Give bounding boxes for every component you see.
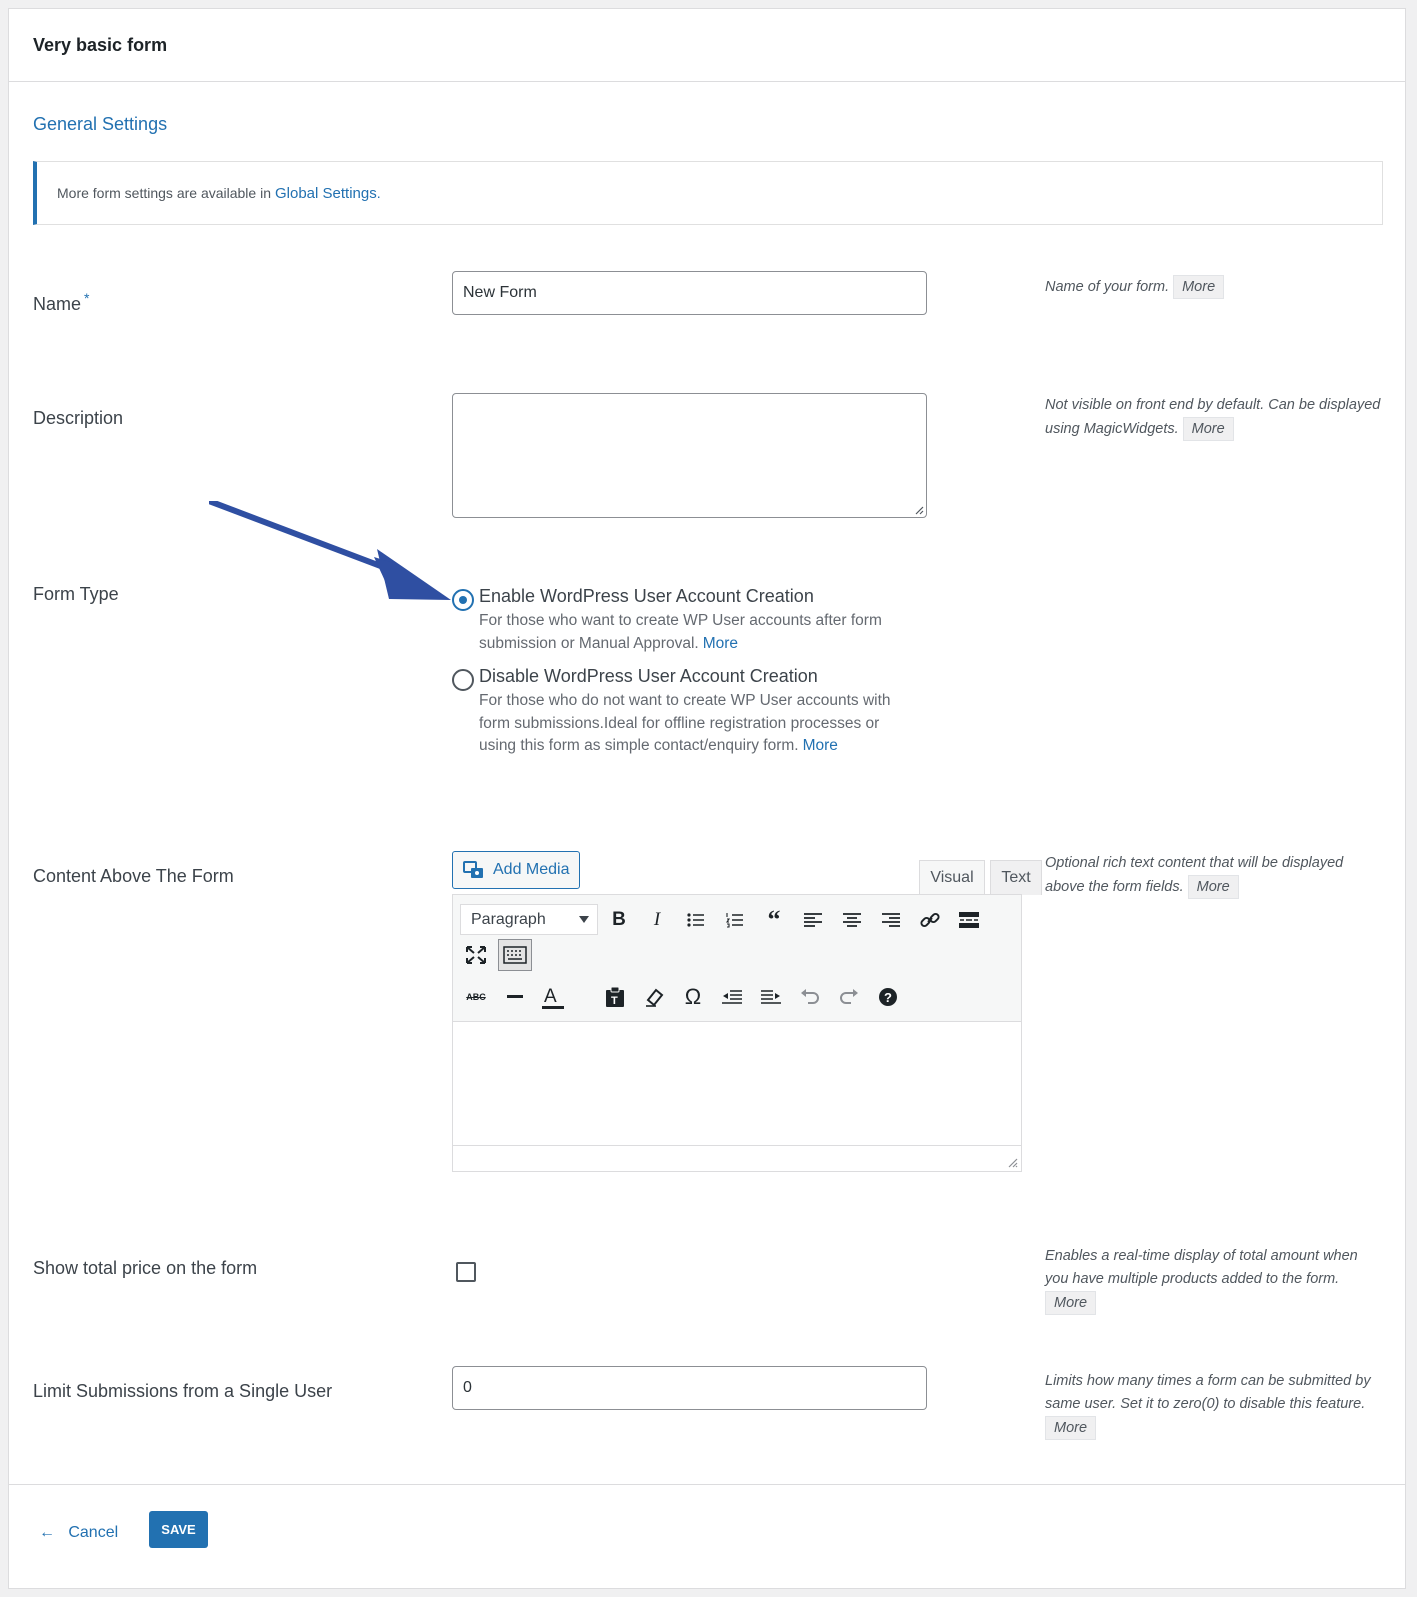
- tab-text[interactable]: Text: [990, 860, 1042, 895]
- strikethrough-icon[interactable]: ABC: [462, 983, 490, 1011]
- link-icon[interactable]: [916, 906, 944, 934]
- global-settings-link[interactable]: Global Settings: [275, 185, 377, 202]
- cancel-button[interactable]: ← Cancel: [39, 1524, 118, 1542]
- add-media-button[interactable]: Add Media: [452, 851, 580, 889]
- name-label-text: Name: [33, 294, 82, 314]
- chevron-down-icon: [579, 916, 589, 923]
- form-panel: Very basic form General Settings More fo…: [8, 8, 1406, 1589]
- format-select[interactable]: Paragraph: [460, 904, 598, 935]
- form-title: Very basic form: [9, 9, 1405, 82]
- align-center-icon[interactable]: [838, 906, 866, 934]
- format-select-value: Paragraph: [471, 910, 546, 928]
- option-more-link[interactable]: More: [703, 635, 738, 652]
- content-above-help: Optional rich text content that will be …: [1045, 852, 1385, 899]
- numbered-list-icon[interactable]: [721, 906, 749, 934]
- option-title: Disable WordPress User Account Creation: [479, 666, 818, 686]
- option-more-link[interactable]: More: [803, 737, 838, 754]
- limit-submissions-help-text: Limits how many times a form can be subm…: [1045, 1373, 1371, 1412]
- name-more-button[interactable]: More: [1173, 275, 1225, 299]
- global-settings-notice: More form settings are available in Glob…: [33, 161, 1383, 225]
- help-icon[interactable]: ?: [874, 983, 902, 1011]
- form-type-label: Form Type: [33, 584, 119, 604]
- show-total-checkbox[interactable]: [456, 1262, 476, 1282]
- name-input[interactable]: New Form: [452, 271, 927, 315]
- italic-icon[interactable]: I: [643, 906, 671, 934]
- special-character-icon[interactable]: Ω: [679, 983, 707, 1011]
- option-title: Enable WordPress User Account Creation: [479, 586, 814, 606]
- bold-icon[interactable]: B: [605, 906, 633, 934]
- back-arrow-icon: ←: [39, 1524, 55, 1541]
- show-total-label: Show total price on the form: [33, 1258, 258, 1278]
- option-description: For those who do not want to create WP U…: [479, 690, 909, 758]
- cancel-label: Cancel: [68, 1524, 119, 1541]
- name-help: Name of your form. More: [1045, 275, 1385, 299]
- notice-text: More form settings are available in: [57, 185, 271, 201]
- add-media-label: Add Media: [493, 861, 570, 878]
- show-total-more-button[interactable]: More: [1045, 1291, 1097, 1315]
- read-more-icon[interactable]: [955, 906, 983, 934]
- description-more-button[interactable]: More: [1182, 417, 1234, 441]
- description-help: Not visible on front end by default. Can…: [1045, 394, 1385, 441]
- form-footer: ← Cancel SAVE: [9, 1484, 1405, 1590]
- svg-text:T: T: [611, 995, 618, 1007]
- editor-statusbar: [453, 1145, 1021, 1171]
- option-description: For those who want to create WP User acc…: [479, 610, 909, 655]
- outdent-icon[interactable]: [718, 983, 746, 1011]
- horizontal-line-icon[interactable]: [501, 983, 529, 1011]
- content-above-label: Content Above The Form: [33, 866, 234, 886]
- toolbar-toggle-icon[interactable]: [498, 939, 532, 971]
- blockquote-icon[interactable]: “: [760, 905, 788, 934]
- svg-text:?: ?: [884, 990, 892, 1005]
- description-label: Description: [33, 408, 124, 428]
- content-above-more-button[interactable]: More: [1187, 875, 1239, 899]
- text-color-icon[interactable]: A: [540, 983, 568, 1011]
- svg-text:A: A: [544, 986, 557, 1007]
- redo-icon[interactable]: [835, 983, 863, 1011]
- indent-icon[interactable]: [757, 983, 785, 1011]
- annotation-arrow-icon: [209, 501, 451, 600]
- clear-formatting-icon[interactable]: [640, 983, 668, 1011]
- show-total-help: Enables a real-time display of total amo…: [1045, 1245, 1385, 1315]
- rich-text-editor[interactable]: Paragraph B I “ ABC A T Ω ?: [452, 894, 1022, 1172]
- tab-visual[interactable]: Visual: [919, 860, 985, 895]
- media-icon: [463, 861, 483, 878]
- save-button[interactable]: SAVE: [149, 1511, 208, 1548]
- resize-grip-icon[interactable]: [914, 505, 924, 515]
- align-left-icon[interactable]: [799, 906, 827, 934]
- undo-icon[interactable]: [796, 983, 824, 1011]
- description-textarea[interactable]: [452, 393, 927, 518]
- bullet-list-icon[interactable]: [682, 906, 710, 934]
- editor-toolbar: Paragraph B I “ ABC A T Ω ?: [453, 895, 1021, 1022]
- radio-disable-user-creation[interactable]: [452, 669, 474, 691]
- name-label: Name *: [33, 290, 89, 315]
- paste-text-icon[interactable]: T: [601, 983, 629, 1011]
- option-description-text: For those who want to create WP User acc…: [479, 612, 882, 652]
- limit-submissions-input[interactable]: 0: [452, 1366, 927, 1410]
- show-total-help-text: Enables a real-time display of total amo…: [1045, 1248, 1358, 1287]
- limit-submissions-help: Limits how many times a form can be subm…: [1045, 1370, 1385, 1440]
- fullscreen-icon[interactable]: [462, 941, 490, 969]
- radio-enable-user-creation[interactable]: [452, 589, 474, 611]
- limit-submissions-more-button[interactable]: More: [1045, 1416, 1097, 1440]
- align-right-icon[interactable]: [877, 906, 905, 934]
- notice-suffix: .: [376, 185, 381, 201]
- resize-grip-icon[interactable]: [1006, 1156, 1018, 1168]
- limit-submissions-label: Limit Submissions from a Single User: [33, 1381, 333, 1401]
- required-marker: *: [84, 290, 90, 306]
- name-help-text: Name of your form.: [1045, 279, 1170, 295]
- section-tab-general-settings[interactable]: General Settings: [33, 114, 167, 135]
